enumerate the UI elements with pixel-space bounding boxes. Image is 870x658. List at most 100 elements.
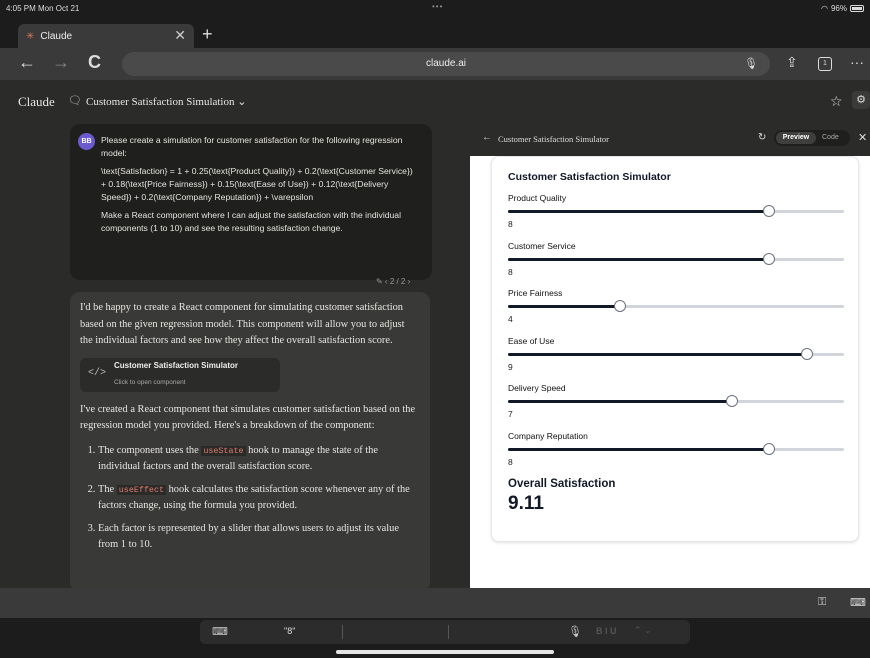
factor-value: 8 <box>508 266 513 277</box>
overall-satisfaction-label: Overall Satisfaction <box>508 478 616 490</box>
artifact-panel: ← Customer Satisfaction Simulator ↻ Prev… <box>470 120 870 588</box>
address-bar[interactable]: claude.ai 🎙 <box>122 52 770 76</box>
chat-bubble-icon: 🗨 <box>68 95 82 107</box>
home-indicator[interactable] <box>336 650 554 654</box>
factor-slider[interactable] <box>508 395 844 407</box>
preview-code-toggle: Preview Code <box>774 130 850 146</box>
refresh-icon[interactable]: ↻ <box>758 132 766 143</box>
factor-row: Customer Service 8 <box>508 240 844 289</box>
simulator-title: Customer Satisfaction Simulator <box>508 171 671 183</box>
new-tab-button[interactable]: + <box>202 24 213 45</box>
tab-code[interactable]: Code <box>822 132 839 144</box>
slider-thumb[interactable] <box>613 300 626 312</box>
more-icon[interactable]: ··· <box>850 54 864 70</box>
code-icon: </> <box>87 368 106 380</box>
factor-row: Ease of Use 9 <box>508 335 844 384</box>
user-message: BB Please create a simulation for custom… <box>70 124 432 280</box>
assistant-message: I'd be happy to create a React component… <box>70 292 430 588</box>
factor-slider[interactable] <box>508 300 844 312</box>
factor-slider[interactable] <box>508 347 844 360</box>
back-icon[interactable]: ← <box>18 52 36 73</box>
mic-icon[interactable]: 🎙 <box>744 52 758 76</box>
tab-close-icon[interactable]: ✕ <box>174 27 186 44</box>
factor-list: Product Quality 8 Customer Service 8 Price F… <box>508 193 844 479</box>
tab-count-button[interactable]: 1 <box>818 57 832 71</box>
keyboard-icon[interactable]: ⌨ <box>850 596 866 609</box>
slider-thumb[interactable] <box>763 442 776 455</box>
slider-thumb[interactable] <box>800 347 813 360</box>
slider-fill <box>508 210 770 213</box>
slider-fill <box>508 352 807 356</box>
keyboard-toggle-icon[interactable]: ⌨ <box>212 625 228 638</box>
chat-title-dropdown[interactable]: Customer Satisfaction Simulation ⌄ <box>86 95 246 108</box>
nav-arrows[interactable]: ⌃ ⌄ <box>634 625 652 636</box>
artifact-card[interactable]: </> Customer Satisfaction Simulator Clic… <box>80 357 280 392</box>
tab-title: Claude <box>40 30 73 42</box>
assistant-intro: I'd be happy to create a React component… <box>80 302 405 346</box>
user-message-text: Please create a simulation for customer … <box>101 135 403 158</box>
battery-percent: 96% <box>830 4 847 13</box>
factor-label: Product Quality <box>508 193 567 203</box>
dictation-mic-icon[interactable]: 🎙 <box>568 625 582 638</box>
factor-value: 8 <box>508 456 513 467</box>
factor-row: Product Quality 8 <box>508 193 844 241</box>
wifi-icon: ◠ <box>821 4 828 13</box>
slider-thumb[interactable] <box>763 252 776 265</box>
user-avatar: BB <box>78 133 95 150</box>
factor-slider[interactable] <box>508 252 844 265</box>
reload-icon[interactable]: C <box>88 52 101 73</box>
tab-preview[interactable]: Preview <box>776 132 816 144</box>
slider-fill <box>508 305 620 308</box>
status-time: 4:05 PM Mon Oct 21 <box>6 4 80 13</box>
forward-icon[interactable]: → <box>52 52 70 73</box>
artifact-panel-title: Customer Satisfaction Simulator <box>498 134 609 144</box>
format-buttons[interactable]: B I U <box>596 626 617 636</box>
settings-sliders-icon[interactable]: ⚙ <box>852 91 870 109</box>
app-header: Claude 🗨 Customer Satisfaction Simulatio… <box>0 80 870 120</box>
factor-label: Price Fairness <box>508 288 563 298</box>
share-icon[interactable]: ⇪ <box>786 54 798 71</box>
factor-value: 9 <box>508 361 513 372</box>
inline-code: useState <box>201 445 246 456</box>
battery-icon <box>850 5 864 12</box>
factor-slider[interactable] <box>508 442 844 455</box>
browser-toolbar: ← → C claude.ai 🎙 ⇪ ··· <box>0 48 870 80</box>
claude-favicon-icon: ✳ <box>26 30 35 42</box>
user-message-request: Make a React component where I can adjus… <box>101 210 401 233</box>
simulator-card: Customer Satisfaction Simulator Product … <box>491 156 859 542</box>
key-icon[interactable]: ⚿ <box>818 596 826 609</box>
factor-row: Company Reputation 8 <box>508 430 844 479</box>
factor-label: Company Reputation <box>508 430 588 441</box>
suggestion-word[interactable]: "8" <box>284 626 295 636</box>
factor-value: 4 <box>508 314 513 324</box>
browser-tab-claude[interactable]: ✳ Claude ✕ <box>18 24 194 48</box>
artifact-title: Customer Satisfaction Simulator <box>114 360 239 370</box>
slider-thumb[interactable] <box>763 205 776 217</box>
close-panel-icon[interactable]: ✕ <box>858 131 867 144</box>
slider-thumb[interactable] <box>726 395 738 407</box>
slider-fill <box>508 447 770 451</box>
factor-label: Ease of Use <box>508 335 555 346</box>
breakdown-list: The component uses the useState hook to … <box>80 443 418 554</box>
factor-label: Customer Service <box>508 240 576 251</box>
inline-code: useEffect <box>116 484 166 495</box>
list-item: Each factor is represented by a slider t… <box>98 521 418 554</box>
tab-strip: ✳ Claude ✕ + <box>0 18 870 48</box>
factor-slider[interactable] <box>508 205 844 217</box>
factor-label: Delivery Speed <box>508 383 566 393</box>
list-item: The component uses the useState hook to … <box>98 443 418 476</box>
claude-logo[interactable]: Claude <box>18 94 55 110</box>
star-icon[interactable]: ☆ <box>830 93 843 110</box>
bottom-accessory-bar: ⚿ ⌨ <box>0 588 870 618</box>
status-bar: 4:05 PM Mon Oct 21 ••• ◠ 96% <box>0 0 870 18</box>
divider <box>448 625 449 639</box>
divider <box>342 625 343 639</box>
factor-row: Price Fairness 4 <box>508 288 844 336</box>
assistant-breakdown-intro: I've created a React component that simu… <box>80 403 416 432</box>
back-arrow-icon[interactable]: ← <box>482 132 492 143</box>
factor-value: 7 <box>508 409 513 419</box>
message-version-nav[interactable]: ✎ ‹ 2 / 2 › <box>376 277 410 286</box>
multitasking-dots[interactable]: ••• <box>432 2 443 11</box>
list-item: The useEffect hook calculates the satisf… <box>98 482 418 515</box>
user-message-formula: \text{Satisfaction} = 1 + 0.25(\text{Pro… <box>101 166 413 202</box>
